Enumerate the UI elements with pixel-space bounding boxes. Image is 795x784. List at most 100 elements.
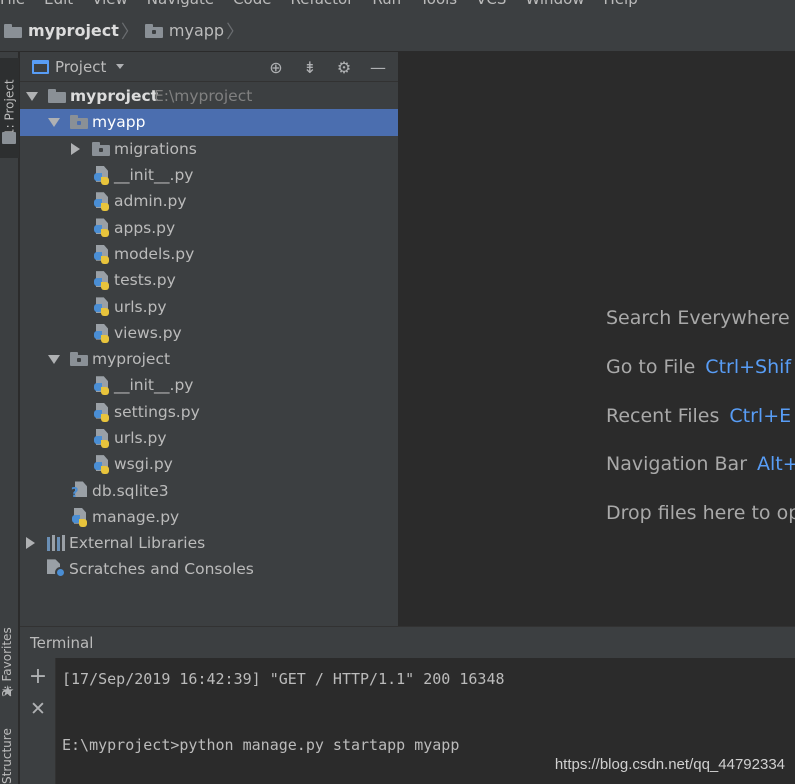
breadcrumb-item-myproject[interactable]: myproject xyxy=(4,21,119,40)
left-tool-strip: 1: Project 2: Favorites ★ Structure xyxy=(0,52,19,784)
expand-arrow-icon[interactable] xyxy=(48,354,60,364)
python-file-icon xyxy=(94,218,112,238)
tree-label: views.py xyxy=(114,323,182,342)
tree-label: apps.py xyxy=(114,218,176,237)
expand-arrow-icon[interactable] xyxy=(26,92,38,101)
tree-item-file[interactable]: tests.py xyxy=(20,267,398,293)
menu-code[interactable]: Code xyxy=(233,0,271,8)
menu-view[interactable]: View xyxy=(92,0,128,8)
tree-label: settings.py xyxy=(114,402,200,421)
folder-icon xyxy=(48,89,66,105)
terminal-line: E:\myproject>python manage.py startapp m… xyxy=(62,736,460,754)
tree-label: manage.py xyxy=(92,507,180,526)
menu-file[interactable]: File xyxy=(0,0,25,8)
tree-item-file[interactable]: urls.py xyxy=(20,425,398,451)
python-file-icon xyxy=(94,165,112,185)
minimize-icon[interactable]: — xyxy=(368,57,388,77)
python-file-icon xyxy=(94,323,112,343)
watermark: https://blog.csdn.net/qq_44792334 xyxy=(554,756,785,773)
python-file-icon xyxy=(72,507,90,527)
structure-tab-label: Structure xyxy=(0,728,14,784)
locate-icon[interactable]: ⊕ xyxy=(266,57,286,77)
menu-help[interactable]: Help xyxy=(604,0,638,8)
library-icon xyxy=(47,535,65,552)
expand-arrow-icon[interactable] xyxy=(48,118,60,128)
star-icon: ★ xyxy=(1,682,15,700)
panel-title[interactable]: Project xyxy=(55,58,106,76)
tree-item-file[interactable]: __init__.py xyxy=(20,162,398,188)
terminal-toolbar: + ✕ xyxy=(20,658,56,784)
tree-item-file[interactable]: models.py xyxy=(20,241,398,267)
add-icon[interactable]: + xyxy=(28,666,48,688)
hint-label: Drop files here to op xyxy=(606,502,795,524)
chevron-down-icon[interactable] xyxy=(116,64,125,69)
menu-navigate[interactable]: Navigate xyxy=(147,0,214,8)
python-file-icon xyxy=(94,402,112,422)
python-file-icon xyxy=(94,192,112,212)
panel-header: Project ⊕ ⇟ ⚙ — xyxy=(20,52,398,82)
terminal-header: Terminal xyxy=(20,626,795,658)
python-file-icon xyxy=(94,271,112,291)
tree-item-scratches[interactable]: Scratches and Consoles xyxy=(20,556,398,582)
chevron-right-icon: 〉 xyxy=(120,21,139,43)
project-view-icon xyxy=(32,59,49,74)
tree-item-root[interactable]: myproject E:\myproject xyxy=(20,83,398,109)
hint-label: Navigation Bar xyxy=(606,453,748,475)
collapse-all-icon[interactable]: ⇟ xyxy=(300,57,320,77)
python-file-icon xyxy=(94,297,112,317)
python-file-icon xyxy=(94,376,112,396)
tree-item-file[interactable]: admin.py xyxy=(20,188,398,214)
hint-label: Go to File xyxy=(606,356,696,378)
terminal-title[interactable]: Terminal xyxy=(30,634,93,652)
collapse-arrow-icon[interactable] xyxy=(71,142,80,155)
unknown-file-icon: ? xyxy=(71,481,90,501)
project-panel: Project ⊕ ⇟ ⚙ — myproject E:\myproject m… xyxy=(20,52,398,626)
folder-icon xyxy=(70,351,88,368)
tree-label: models.py xyxy=(114,244,195,263)
tree-item-file[interactable]: settings.py xyxy=(20,399,398,425)
terminal-line: [17/Sep/2019 16:42:39] "GET / HTTP/1.1" … xyxy=(62,670,505,688)
breadcrumb-item-myapp[interactable]: myapp xyxy=(144,21,224,40)
tree-label: myproject xyxy=(70,87,159,106)
folder-icon xyxy=(2,132,16,144)
tree-path: E:\myproject xyxy=(154,87,253,106)
hint-navigation-bar: Navigation Bar Alt+ xyxy=(606,453,795,475)
gear-icon[interactable]: ⚙ xyxy=(334,57,354,77)
editor-empty-area[interactable]: Search Everywhere Go to File Ctrl+Shif Re… xyxy=(398,52,795,626)
tree-item-external-libraries[interactable]: External Libraries xyxy=(20,530,398,556)
tree-item-file[interactable]: apps.py xyxy=(20,214,398,240)
menu-edit[interactable]: Edit xyxy=(44,0,73,8)
tab-structure[interactable]: Structure xyxy=(0,728,19,784)
python-file-icon xyxy=(94,428,112,448)
tree-item-file[interactable]: views.py xyxy=(20,320,398,346)
tree-label: myapp xyxy=(92,113,146,132)
tree-label: admin.py xyxy=(114,192,187,211)
breadcrumb-label: myproject xyxy=(28,21,119,40)
tree-label: migrations xyxy=(114,139,197,158)
menu-vcs[interactable]: VCS xyxy=(476,0,506,8)
tree-item-myproject-package[interactable]: myproject xyxy=(20,346,398,372)
tree-label: myproject xyxy=(92,350,171,369)
tree-item-myapp[interactable]: myapp xyxy=(20,109,398,136)
collapse-arrow-icon[interactable] xyxy=(26,537,35,550)
menu-refactor[interactable]: Refactor xyxy=(290,0,353,8)
menu-window[interactable]: Window xyxy=(525,0,584,8)
tree-item-db[interactable]: ? db.sqlite3 xyxy=(20,477,398,503)
hint-go-to-file: Go to File Ctrl+Shif xyxy=(606,356,791,378)
close-icon[interactable]: ✕ xyxy=(28,699,48,719)
menu-run[interactable]: Run xyxy=(372,0,401,8)
tree-item-file[interactable]: wsgi.py xyxy=(20,451,398,477)
tree-item-file[interactable]: urls.py xyxy=(20,293,398,319)
tree-item-migrations[interactable]: migrations xyxy=(20,136,398,162)
tree-label: urls.py xyxy=(114,429,167,447)
folder-icon xyxy=(144,23,163,38)
hint-shortcut: Ctrl+Shif xyxy=(705,356,792,378)
tree-label: __init__.py xyxy=(114,376,194,395)
menu-tools[interactable]: Tools xyxy=(420,0,457,8)
tree-item-file[interactable]: __init__.py xyxy=(20,372,398,398)
project-tab-label: 1: Project xyxy=(2,79,17,137)
tree-label: db.sqlite3 xyxy=(92,481,169,500)
hint-shortcut: Ctrl+E xyxy=(729,405,792,427)
tree-item-manage[interactable]: manage.py xyxy=(20,504,398,530)
tree-label: External Libraries xyxy=(69,534,206,553)
